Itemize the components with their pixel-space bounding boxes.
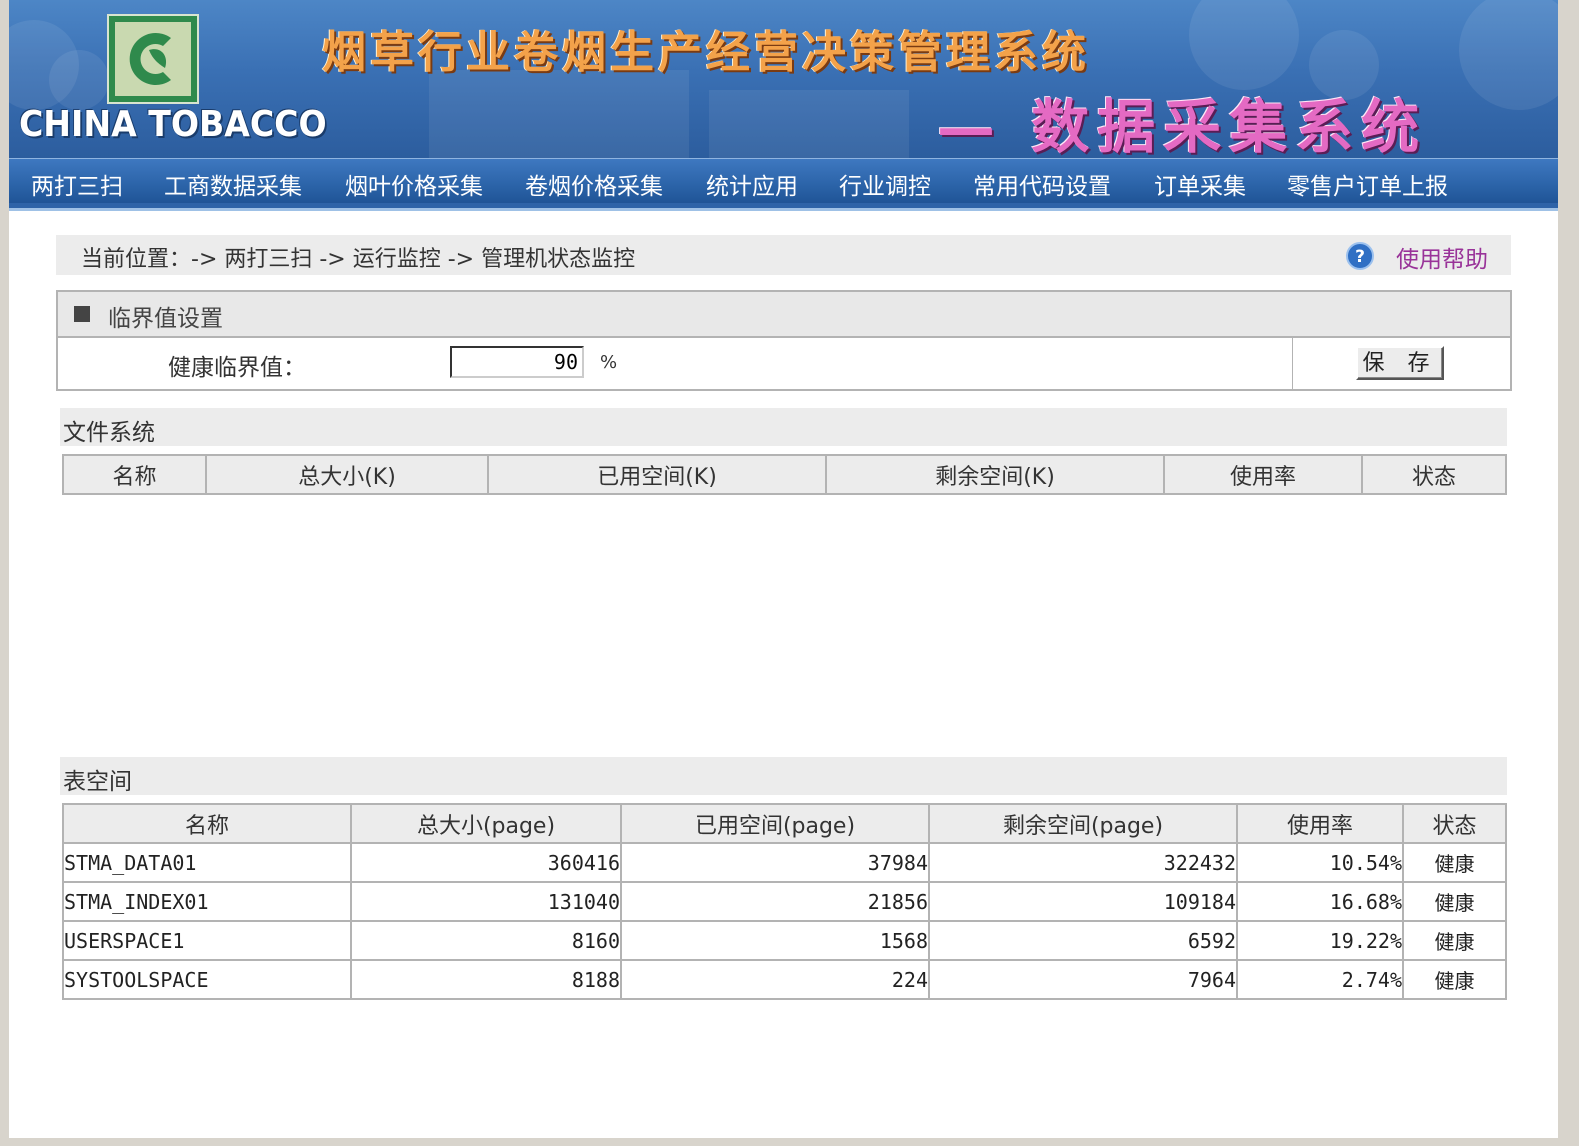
- nav-item-industry-control[interactable]: 行业调控: [839, 167, 931, 201]
- cell-name: SYSTOOLSPACE: [62, 959, 352, 1000]
- cell-free: 322432: [928, 842, 1238, 883]
- cell-free: 109184: [928, 881, 1238, 922]
- health-threshold-input[interactable]: [450, 346, 584, 378]
- nav-item-retailer-order[interactable]: 零售户订单上报: [1287, 167, 1448, 201]
- nav-item-code-settings[interactable]: 常用代码设置: [973, 167, 1111, 201]
- cell-total: 8188: [350, 959, 622, 1000]
- col-header-free: 剩余空间(K): [825, 454, 1165, 495]
- tablespace-title: 表空间: [63, 769, 132, 795]
- threshold-panel-title: 临界值设置: [108, 306, 223, 332]
- nav-item-gongshang-data[interactable]: 工商数据采集: [164, 167, 302, 201]
- help-link[interactable]: 使用帮助: [1396, 240, 1488, 274]
- svg-text:?: ?: [1355, 247, 1365, 267]
- tablespace-header-row: 名称 总大小(page) 已用空间(page) 剩余空间(page) 使用率 状…: [62, 803, 1507, 844]
- cell-name: STMA_INDEX01: [62, 881, 352, 922]
- col-header-total: 总大小(K): [205, 454, 489, 495]
- health-threshold-label: 健康临界值：: [168, 355, 306, 381]
- nav-divider-light: [9, 208, 1558, 211]
- col-header-total: 总大小(page): [350, 803, 622, 844]
- col-header-used: 已用空间(page): [620, 803, 930, 844]
- filesystem-section-header: 文件系统: [60, 408, 1507, 446]
- table-row: STMA_DATA01 360416 37984 322432 10.54% 健…: [62, 842, 1507, 883]
- col-header-rate: 使用率: [1163, 454, 1363, 495]
- cell-name: USERSPACE1: [62, 920, 352, 961]
- cell-status: 健康: [1402, 920, 1507, 961]
- square-bullet-icon: [74, 306, 90, 322]
- table-row: SYSTOOLSPACE 8188 224 7964 2.74% 健康: [62, 959, 1507, 1000]
- threshold-panel: 临界值设置 健康临界值： % 保 存: [56, 290, 1512, 391]
- threshold-unit: %: [600, 352, 618, 373]
- nav-item-order-collect[interactable]: 订单采集: [1154, 167, 1246, 201]
- nav-item-leaf-price[interactable]: 烟叶价格采集: [345, 167, 483, 201]
- cell-name: STMA_DATA01: [62, 842, 352, 883]
- cell-used: 1568: [620, 920, 930, 961]
- cell-used: 37984: [620, 842, 930, 883]
- nav-item-cigarette-price[interactable]: 卷烟价格采集: [525, 167, 663, 201]
- cell-rate: 10.54%: [1236, 842, 1404, 883]
- page: CHINA TOBACCO 烟草行业卷烟生产经营决策管理系统 — 数据采集系统 …: [9, 0, 1558, 1138]
- system-title: 烟草行业卷烟生产经营决策管理系统: [322, 27, 1090, 78]
- system-subtitle: — 数据采集系统: [937, 93, 1428, 158]
- help-icon[interactable]: ?: [1346, 242, 1374, 270]
- filesystem-header-row: 名称 总大小(K) 已用空间(K) 剩余空间(K) 使用率 状态: [62, 454, 1507, 495]
- col-header-name: 名称: [62, 454, 207, 495]
- filesystem-title: 文件系统: [63, 420, 155, 446]
- cell-used: 224: [620, 959, 930, 1000]
- cell-free: 6592: [928, 920, 1238, 961]
- table-row: USERSPACE1 8160 1568 6592 19.22% 健康: [62, 920, 1507, 961]
- cell-rate: 16.68%: [1236, 881, 1404, 922]
- breadcrumb-text: 当前位置：-> 两打三扫 -> 运行监控 -> 管理机状态监控: [81, 247, 636, 272]
- cell-status: 健康: [1402, 881, 1507, 922]
- col-header-status: 状态: [1402, 803, 1507, 844]
- cell-total: 131040: [350, 881, 622, 922]
- tablespace-table: 名称 总大小(page) 已用空间(page) 剩余空间(page) 使用率 状…: [62, 803, 1507, 1000]
- col-header-name: 名称: [62, 803, 352, 844]
- table-row: STMA_INDEX01 131040 21856 109184 16.68% …: [62, 881, 1507, 922]
- col-header-rate: 使用率: [1236, 803, 1404, 844]
- main-nav: 两打三扫 工商数据采集 烟叶价格采集 卷烟价格采集 统计应用 行业调控 常用代码…: [9, 158, 1558, 204]
- col-header-free: 剩余空间(page): [928, 803, 1238, 844]
- tablespace-section-header: 表空间: [60, 757, 1507, 795]
- cell-rate: 2.74%: [1236, 959, 1404, 1000]
- cell-status: 健康: [1402, 842, 1507, 883]
- header-banner: CHINA TOBACCO 烟草行业卷烟生产经营决策管理系统 — 数据采集系统: [9, 0, 1558, 158]
- col-header-used: 已用空间(K): [487, 454, 827, 495]
- save-button[interactable]: 保 存: [1356, 346, 1444, 380]
- threshold-panel-header: 临界值设置: [58, 292, 1510, 338]
- col-header-status: 状态: [1361, 454, 1507, 495]
- cell-status: 健康: [1402, 959, 1507, 1000]
- cell-total: 8160: [350, 920, 622, 961]
- panel-separator: [1292, 338, 1293, 389]
- cell-rate: 19.22%: [1236, 920, 1404, 961]
- cell-used: 21856: [620, 881, 930, 922]
- filesystem-table: 名称 总大小(K) 已用空间(K) 剩余空间(K) 使用率 状态: [62, 454, 1507, 495]
- logo-text: CHINA TOBACCO: [19, 104, 327, 145]
- nav-item-liangdasansao[interactable]: 两打三扫: [31, 167, 123, 201]
- china-tobacco-logo: [107, 14, 199, 104]
- cell-free: 7964: [928, 959, 1238, 1000]
- nav-item-statistics[interactable]: 统计应用: [706, 167, 798, 201]
- breadcrumb: 当前位置：-> 两打三扫 -> 运行监控 -> 管理机状态监控 ? 使用帮助: [56, 235, 1511, 275]
- cell-total: 360416: [350, 842, 622, 883]
